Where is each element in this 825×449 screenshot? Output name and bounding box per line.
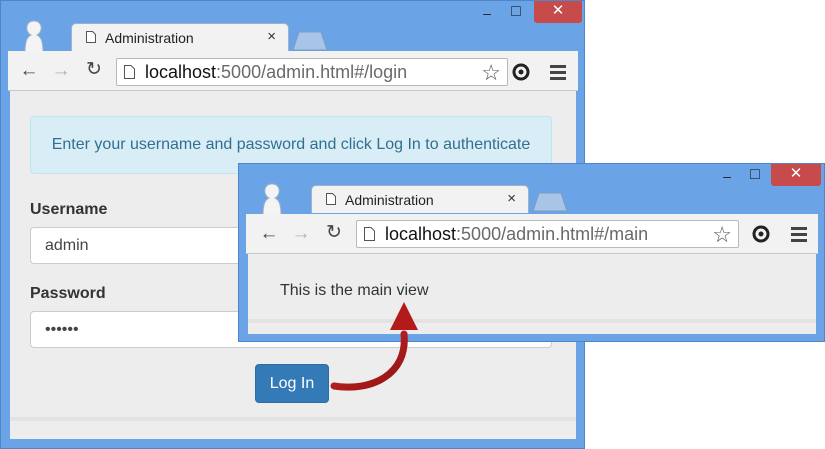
- address-url[interactable]: localhost:5000/admin.html#/login: [145, 62, 407, 83]
- browser-toolbar: ← → ↻ localhost:5000/admin.html#/login ☆: [8, 51, 578, 91]
- close-window-button[interactable]: ✕: [771, 164, 821, 186]
- url-path: :5000/admin.html#/login: [216, 62, 408, 82]
- menu-icon[interactable]: [550, 65, 566, 83]
- extension-icon[interactable]: [751, 224, 771, 244]
- extension-icon[interactable]: [511, 62, 531, 82]
- tab-administration[interactable]: Administration ×: [311, 185, 529, 213]
- maximize-button[interactable]: □: [745, 166, 765, 184]
- page-icon: [364, 227, 375, 241]
- address-url[interactable]: localhost:5000/admin.html#/main: [385, 224, 648, 245]
- login-button[interactable]: Log In: [255, 364, 329, 403]
- close-window-button[interactable]: ✕: [534, 1, 582, 23]
- page-icon: [86, 31, 96, 43]
- url-host: localhost: [385, 224, 457, 244]
- reload-icon[interactable]: ↻: [323, 222, 345, 244]
- minimize-button[interactable]: –: [477, 5, 497, 21]
- new-tab-button[interactable]: [291, 31, 329, 51]
- new-tab-button[interactable]: [531, 192, 569, 212]
- url-path: :5000/admin.html#/main: [456, 224, 649, 244]
- star-icon[interactable]: ☆: [481, 60, 501, 86]
- tab-title: Administration: [105, 30, 194, 46]
- user-avatar-icon: [24, 20, 44, 53]
- address-bar[interactable]: localhost:5000/admin.html#/main ☆: [356, 220, 739, 248]
- forward-icon[interactable]: →: [50, 60, 72, 82]
- minimize-button[interactable]: –: [717, 168, 737, 184]
- forward-icon[interactable]: →: [290, 223, 312, 245]
- tab-title: Administration: [345, 192, 434, 208]
- menu-icon[interactable]: [791, 227, 807, 245]
- username-label: Username: [30, 201, 108, 218]
- password-label: Password: [30, 285, 106, 302]
- page-icon: [124, 65, 135, 79]
- back-icon[interactable]: ←: [258, 223, 280, 245]
- maximize-button[interactable]: □: [506, 3, 526, 21]
- user-avatar-icon: [262, 183, 282, 216]
- back-icon[interactable]: ←: [18, 60, 40, 82]
- star-icon[interactable]: ☆: [712, 222, 732, 248]
- tab-close-icon[interactable]: ×: [267, 28, 276, 45]
- url-host: localhost: [145, 62, 217, 82]
- browser-toolbar: ← → ↻ localhost:5000/admin.html#/main ☆: [246, 214, 818, 254]
- reload-icon[interactable]: ↻: [83, 59, 105, 81]
- footer-divider: [10, 417, 576, 421]
- address-bar[interactable]: localhost:5000/admin.html#/login ☆: [116, 58, 508, 86]
- tab-close-icon[interactable]: ×: [507, 190, 516, 207]
- tab-administration[interactable]: Administration ×: [71, 23, 289, 51]
- transition-arrow: [330, 302, 418, 391]
- page-icon: [326, 193, 336, 205]
